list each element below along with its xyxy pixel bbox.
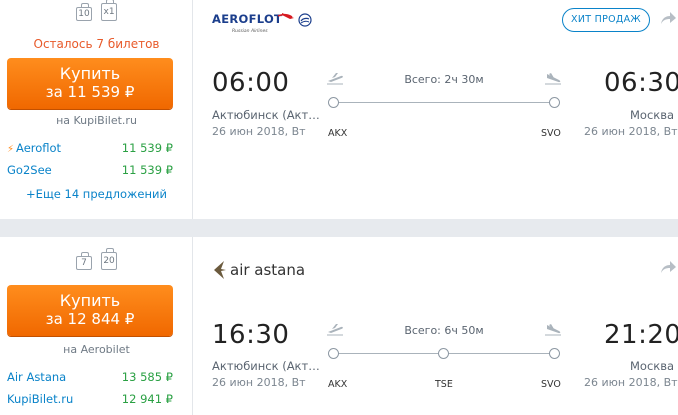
aeroflot-logo-image: AEROFLOT Russian Airlines xyxy=(212,12,294,34)
air-astana-logo: air astana xyxy=(212,258,322,282)
arrival-iata: SVO xyxy=(541,379,561,390)
landing-icon xyxy=(545,324,561,336)
buy-button[interactable]: Купить за 12 844 ₽ xyxy=(7,285,173,336)
flight-card-2: 7 20 Купить за 12 844 ₽ на Aerobilet Air… xyxy=(0,237,678,415)
offer-row[interactable]: Go2See 11 539 ₽ xyxy=(7,163,173,179)
landing-icon xyxy=(545,73,561,85)
share-icon[interactable] xyxy=(659,10,677,26)
offer-row[interactable]: ⚡ Aeroflot 11 539 ₽ xyxy=(7,141,173,157)
route-line xyxy=(328,96,560,110)
buy-button-label: Купить xyxy=(59,291,121,310)
route-path xyxy=(333,102,555,103)
hand-luggage-icon: 7 xyxy=(75,252,92,270)
arrival-date: 26 июн 2018, Вт xyxy=(584,376,678,389)
offer-price: 13 585 ₽ xyxy=(121,370,173,384)
flight-duration: Всего: 2ч 30м xyxy=(404,73,484,86)
skyteam-icon xyxy=(298,13,312,27)
bestseller-badge: ХИТ ПРОДАЖ xyxy=(562,8,650,32)
offer-name-link[interactable]: ⚡ Aeroflot xyxy=(7,141,61,155)
arrival-point xyxy=(549,348,560,359)
departure-city: Актюбинск (Акт… xyxy=(212,359,320,373)
offer-name-link[interactable]: Go2See xyxy=(7,163,52,177)
air-astana-logo-image: air astana xyxy=(214,261,305,279)
flight-card-1: 10 x1 Осталось 7 билетов Купить за 11 53… xyxy=(0,0,678,219)
arrival-time: 21:20 xyxy=(604,320,678,350)
stopover-point xyxy=(438,348,449,359)
offer-row[interactable]: KupiBilet.ru 12 941 ₽ xyxy=(7,392,173,408)
departure-city: Актюбинск (Акт… xyxy=(212,108,320,122)
aeroflot-logo: AEROFLOT Russian Airlines xyxy=(212,10,312,36)
flight-details: air astana 16:30 Актюбинск (Акт… 26 июн … xyxy=(194,237,678,415)
buy-button-label: Купить xyxy=(59,64,121,83)
share-icon[interactable] xyxy=(659,259,677,275)
lightning-icon: ⚡ xyxy=(7,144,15,155)
departure-iata: AKX xyxy=(328,379,348,390)
offer-name-link[interactable]: Air Astana xyxy=(7,370,66,384)
flight-duration: Всего: 6ч 50м xyxy=(404,324,484,337)
checked-baggage-icon: 20 xyxy=(101,248,118,270)
departure-point xyxy=(328,348,339,359)
buy-button[interactable]: Купить за 11 539 ₽ xyxy=(7,58,173,109)
arrival-date: 26 июн 2018, Вт xyxy=(584,125,678,138)
arrival-point xyxy=(549,97,560,108)
departure-date: 26 июн 2018, Вт xyxy=(212,125,306,138)
offer-price: 12 941 ₽ xyxy=(121,392,173,406)
offer-price: 11 539 ₽ xyxy=(121,141,173,155)
arrival-city: Москва xyxy=(630,359,675,373)
route-line xyxy=(328,347,560,361)
stopover-iata: TSE xyxy=(435,379,453,390)
baggage-info: 7 20 xyxy=(0,248,193,270)
offer-row[interactable]: Air Astana 13 585 ₽ xyxy=(7,370,173,386)
seller-source: на KupiBilet.ru xyxy=(56,114,137,127)
checked-baggage-icon: x1 xyxy=(101,0,118,21)
arrival-time: 06:30 xyxy=(604,68,678,98)
flight-details: AEROFLOT Russian Airlines ХИТ ПРОДАЖ 06:… xyxy=(194,0,678,219)
departure-point xyxy=(328,97,339,108)
arrival-city: Москва xyxy=(630,108,675,122)
departure-time: 06:00 xyxy=(212,68,290,98)
svg-text:AEROFLOT: AEROFLOT xyxy=(212,12,282,26)
offer-name-link[interactable]: KupiBilet.ru xyxy=(7,392,73,406)
departure-time: 16:30 xyxy=(212,320,290,350)
departure-date: 26 июн 2018, Вт xyxy=(212,376,306,389)
baggage-info: 10 x1 xyxy=(0,0,193,21)
more-offers-link[interactable]: +Еще 14 предложений xyxy=(0,187,193,201)
offer-price: 11 539 ₽ xyxy=(121,163,173,177)
svg-text:Russian Airlines: Russian Airlines xyxy=(232,28,268,34)
arrival-iata: SVO xyxy=(541,128,561,139)
price-column: 7 20 Купить за 12 844 ₽ на Aerobilet Air… xyxy=(0,237,193,415)
tickets-remaining: Осталось 7 билетов xyxy=(33,37,160,51)
departure-iata: AKX xyxy=(328,128,348,139)
buy-button-price: за 12 844 ₽ xyxy=(45,310,135,328)
buy-button-price: за 11 539 ₽ xyxy=(45,83,135,101)
svg-text:air astana: air astana xyxy=(230,261,305,279)
price-column: 10 x1 Осталось 7 билетов Купить за 11 53… xyxy=(0,0,193,219)
hand-luggage-icon: 10 xyxy=(75,3,92,21)
seller-source: на Aerobilet xyxy=(63,343,130,356)
